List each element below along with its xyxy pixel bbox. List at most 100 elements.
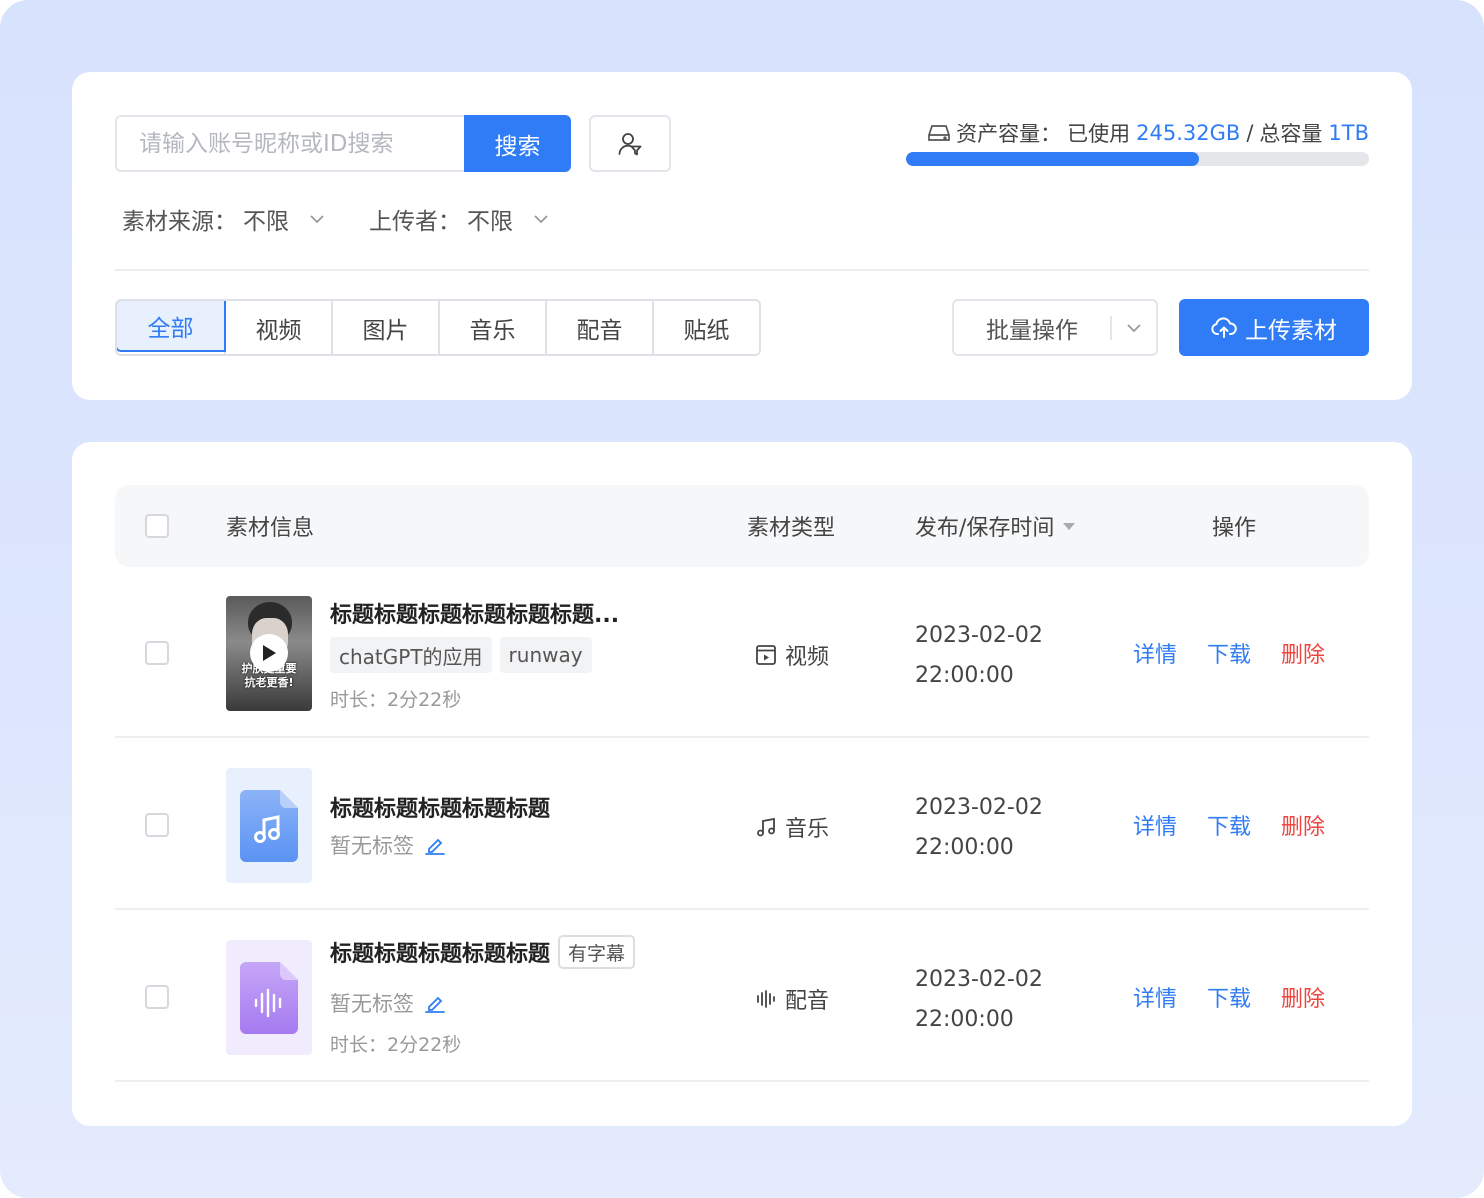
material-list-panel: 素材信息 素材类型 发布/保存时间 操作 护肤更重要 抗老更香! <box>72 442 1412 1126</box>
column-header-info: 素材信息 <box>226 516 315 541</box>
upload-material-button[interactable]: 上传素材 <box>1179 299 1369 356</box>
publish-clock: 22:00:00 <box>915 835 1014 860</box>
search-input[interactable] <box>115 115 465 172</box>
video-thumbnail[interactable]: 护肤更重要 抗老更香! <box>226 596 312 711</box>
capacity-summary: 资产容量： 已使用 245.32GB / 总容量 1TB <box>928 118 1369 148</box>
table-row: 标题标题标题标题标题 暂无标签 音乐 2023-02-02 22:00:00 详… <box>115 739 1369 910</box>
capacity-label: 资产容量： <box>956 122 1062 146</box>
upload-material-label: 上传素材 <box>1245 317 1337 344</box>
tab-voiceover[interactable]: 配音 <box>545 301 652 354</box>
capacity-separator: / <box>1246 121 1254 145</box>
chevron-down-icon <box>1127 323 1141 332</box>
column-header-time[interactable]: 发布/保存时间 <box>915 485 1076 567</box>
cloud-upload-icon <box>1211 316 1237 338</box>
column-header-actions: 操作 <box>1212 516 1257 541</box>
sort-down-icon <box>1063 522 1076 530</box>
capacity-progress-bar <box>906 152 1369 166</box>
music-file-thumbnail[interactable] <box>226 768 312 883</box>
row-actions: 详情 下载 删除 <box>1133 981 1325 1013</box>
delete-link[interactable]: 删除 <box>1281 981 1325 1013</box>
publish-time: 2023-02-02 22:00:00 <box>915 960 1043 1040</box>
divider <box>115 269 1369 271</box>
tag[interactable]: runway <box>499 637 592 673</box>
batch-operation-label: 批量操作 <box>986 317 1078 344</box>
filter-uploader-value: 不限 <box>467 209 513 235</box>
duration-text: 时长：2分22秒 <box>330 1034 462 1056</box>
tab-all[interactable]: 全部 <box>117 301 226 352</box>
duration-text: 时长：2分22秒 <box>330 689 462 711</box>
filter-source[interactable]: 素材来源： 不限 <box>122 202 325 236</box>
publish-date: 2023-02-02 <box>915 623 1043 648</box>
publish-time: 2023-02-02 22:00:00 <box>915 616 1043 696</box>
filter-panel: 搜索 素材来源： 不限 上传者： 不限 资产容量： 已使用 245.32GB /… <box>72 72 1412 400</box>
material-title[interactable]: 标题标题标题标题标题 <box>330 791 550 823</box>
material-title[interactable]: 标题标题标题标题标题标题... <box>330 597 619 629</box>
filter-uploader-label: 上传者： <box>369 209 461 235</box>
subtitle-badge: 有字幕 <box>558 935 636 969</box>
material-type-label: 音乐 <box>785 817 830 842</box>
download-link[interactable]: 下载 <box>1207 637 1251 669</box>
hard-drive-icon <box>928 125 950 141</box>
chevron-down-icon <box>534 215 548 224</box>
row-checkbox[interactable] <box>145 641 169 665</box>
tag-list: chatGPT的应用 runway <box>330 637 600 673</box>
select-all-checkbox[interactable] <box>145 514 169 538</box>
detail-link[interactable]: 详情 <box>1133 981 1177 1013</box>
delete-link[interactable]: 删除 <box>1281 637 1325 669</box>
music-note-icon <box>757 817 775 837</box>
detail-link[interactable]: 详情 <box>1133 809 1177 841</box>
audio-wave-icon <box>757 990 775 1008</box>
tab-sticker[interactable]: 贴纸 <box>652 301 759 354</box>
row-checkbox[interactable] <box>145 985 169 1009</box>
batch-operation-dropdown[interactable]: 批量操作 <box>952 299 1158 356</box>
material-type-label: 配音 <box>785 989 830 1014</box>
detail-link[interactable]: 详情 <box>1133 637 1177 669</box>
tag-empty: 暂无标签 <box>330 830 446 860</box>
table-row: 标题标题标题标题标题 有字幕 暂无标签 时长：2分22秒 配音 2023-02-… <box>115 911 1369 1082</box>
material-type: 配音 <box>755 983 829 1015</box>
search-button[interactable]: 搜索 <box>464 115 571 172</box>
row-actions: 详情 下载 删除 <box>1133 809 1325 841</box>
title-row: 标题标题标题标题标题 有字幕 <box>330 935 636 969</box>
filter-source-value: 不限 <box>243 209 289 235</box>
column-header-time-label: 发布/保存时间 <box>915 516 1055 541</box>
material-type: 视频 <box>755 639 829 671</box>
music-file-icon <box>240 789 298 862</box>
table-header: 素材信息 素材类型 发布/保存时间 操作 <box>115 485 1369 567</box>
tab-music[interactable]: 音乐 <box>438 301 545 354</box>
edit-pencil-icon[interactable] <box>424 992 446 1014</box>
edit-pencil-icon[interactable] <box>424 834 446 856</box>
row-actions: 详情 下载 删除 <box>1133 637 1325 669</box>
publish-clock: 22:00:00 <box>915 1007 1014 1032</box>
publish-date: 2023-02-02 <box>915 967 1043 992</box>
no-tag-text: 暂无标签 <box>330 992 414 1016</box>
filter-uploader[interactable]: 上传者： 不限 <box>369 202 549 236</box>
tag[interactable]: chatGPT的应用 <box>330 637 492 673</box>
no-tag-text: 暂无标签 <box>330 834 414 858</box>
capacity-used-label: 已使用 <box>1067 122 1131 146</box>
filter-source-label: 素材来源： <box>122 209 237 235</box>
user-filter-icon <box>618 132 642 155</box>
publish-date: 2023-02-02 <box>915 795 1043 820</box>
category-tabs: 全部 视频 图片 音乐 配音 贴纸 <box>115 299 761 356</box>
row-checkbox[interactable] <box>145 813 169 837</box>
video-icon <box>756 645 776 665</box>
capacity-progress-fill <box>906 152 1199 166</box>
capacity-total-value: 1TB <box>1328 121 1369 145</box>
delete-link[interactable]: 删除 <box>1281 809 1325 841</box>
page-background: 搜索 素材来源： 不限 上传者： 不限 资产容量： 已使用 245.32GB /… <box>0 0 1484 1198</box>
publish-clock: 22:00:00 <box>915 663 1014 688</box>
play-icon[interactable] <box>250 634 288 672</box>
download-link[interactable]: 下载 <box>1207 809 1251 841</box>
thumbnail-caption-line-2: 抗老更香! <box>244 676 294 689</box>
tab-video[interactable]: 视频 <box>224 301 331 354</box>
publish-time: 2023-02-02 22:00:00 <box>915 788 1043 868</box>
tab-image[interactable]: 图片 <box>331 301 438 354</box>
user-filter-button[interactable] <box>589 115 671 172</box>
material-type-label: 视频 <box>785 645 830 670</box>
table-row: 护肤更重要 抗老更香! 标题标题标题标题标题标题... chatGPT的应用 r… <box>115 567 1369 738</box>
download-link[interactable]: 下载 <box>1207 981 1251 1013</box>
material-title[interactable]: 标题标题标题标题标题 <box>330 936 550 968</box>
column-header-type: 素材类型 <box>747 516 836 541</box>
voiceover-file-thumbnail[interactable] <box>226 940 312 1055</box>
